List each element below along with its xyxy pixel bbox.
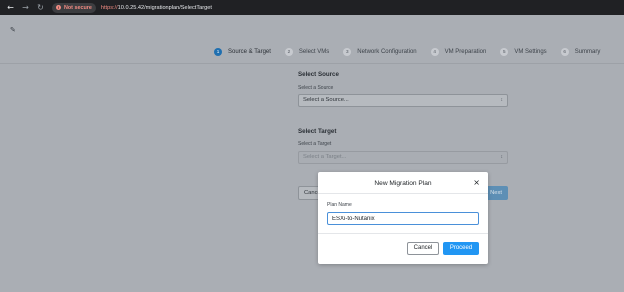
step-network-configuration[interactable]: 3 Network Configuration [343, 48, 417, 56]
step-vm-settings[interactable]: 5 VM Settings [500, 48, 547, 56]
security-chip[interactable]: ! Not secure [52, 2, 96, 13]
step-label: Select VMs [298, 49, 330, 55]
address-bar[interactable]: ! Not secure https://10.0.25.42/migratio… [52, 2, 212, 13]
chevron-updown-icon: ↕ [500, 97, 504, 103]
wizard-stepper: 1 Source & Target 2 Select VMs 3 Network… [214, 48, 614, 56]
step-number: 2 [284, 48, 293, 56]
step-summary[interactable]: 6 Summary [560, 48, 601, 56]
step-number: 1 [214, 48, 222, 56]
chevron-updown-icon: ↕ [500, 154, 504, 160]
warning-icon: ! [56, 5, 61, 10]
step-number: 3 [343, 48, 352, 56]
plan-name-label: Plan Name [327, 202, 352, 208]
step-label: Summary [574, 49, 601, 55]
close-icon[interactable]: × [473, 178, 480, 187]
step-number: 5 [500, 48, 509, 56]
target-select[interactable]: Select a Target... ↕ [298, 151, 508, 164]
divider [318, 233, 488, 234]
dialog-cancel-button[interactable]: Cancel [407, 242, 439, 255]
step-vm-preparation[interactable]: 4 VM Preparation [430, 48, 487, 56]
step-number: 6 [560, 48, 569, 56]
select-source-title: Select Source [298, 71, 339, 78]
new-migration-plan-dialog: New Migration Plan × Plan Name Cancel Pr… [318, 172, 488, 264]
proceed-button[interactable]: Proceed [443, 242, 479, 255]
step-label: VM Preparation [444, 49, 487, 55]
source-select-value: Select a Source... [303, 97, 349, 103]
reload-icon[interactable]: ↻ [33, 3, 48, 12]
url-text[interactable]: https://10.0.25.42/migrationplan/SelectT… [101, 5, 212, 11]
select-target-label: Select a Target [298, 141, 332, 147]
url-protocol: https:// [100, 4, 118, 11]
arrow-left-icon[interactable]: ← [3, 3, 18, 12]
dialog-title: New Migration Plan [374, 180, 432, 187]
select-target-title: Select Target [298, 128, 337, 135]
step-source-target[interactable]: 1 Source & Target [214, 48, 271, 56]
select-source-label: Select a Source [298, 85, 334, 91]
url-path: 10.0.25.42/migrationplan/SelectTarget [117, 4, 212, 11]
divider [0, 63, 624, 64]
step-number: 4 [430, 48, 439, 56]
step-label: Source & Target [228, 49, 271, 55]
arrow-right-icon[interactable]: → [18, 3, 33, 12]
plan-name-input[interactable] [327, 212, 479, 225]
pencil-icon[interactable]: ✎ [10, 26, 16, 34]
step-select-vms[interactable]: 2 Select VMs [284, 48, 330, 56]
step-label: Network Configuration [357, 49, 417, 55]
source-select[interactable]: Select a Source... ↕ [298, 94, 508, 107]
browser-toolbar: ← → ↻ ! Not secure https://10.0.25.42/mi… [0, 0, 624, 15]
migration-plan-page: ✎ 1 Source & Target 2 Select VMs 3 Netwo… [0, 15, 624, 292]
step-label: VM Settings [514, 49, 547, 55]
target-select-value: Select a Target... [303, 154, 347, 160]
security-label: Not secure [64, 4, 92, 11]
dialog-header: New Migration Plan × [318, 172, 488, 194]
